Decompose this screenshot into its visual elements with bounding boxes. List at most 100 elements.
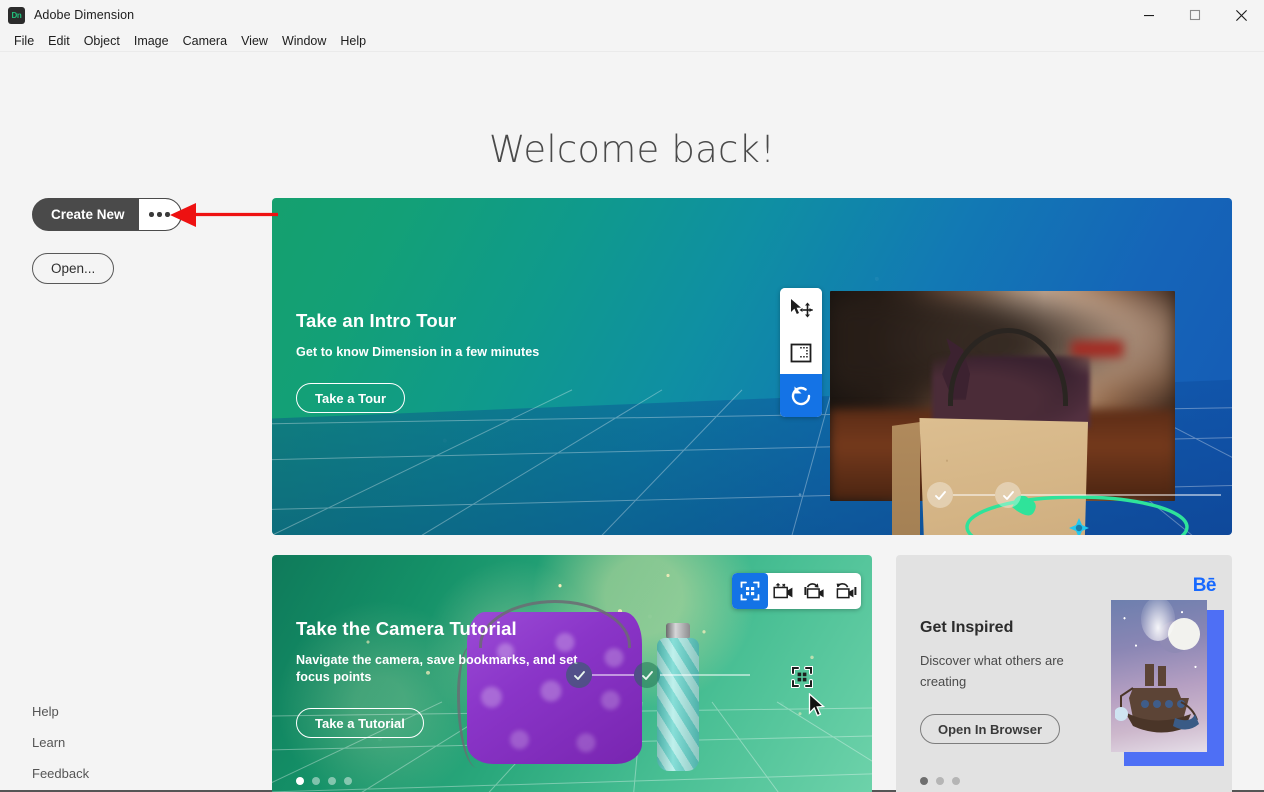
frame-selection-icon — [740, 581, 760, 601]
orbit-camera-left-icon — [803, 583, 824, 599]
bottle-body — [657, 638, 699, 771]
intro-tour-text: Take an Intro Tour Get to know Dimension… — [296, 310, 626, 413]
open-button-label: Open... — [51, 261, 96, 276]
orbit-camera-left-tool[interactable] — [799, 573, 830, 609]
artwork-airship — [1115, 664, 1199, 733]
adobe-dimension-logo-icon: Dn — [8, 6, 25, 24]
mouse-cursor-icon — [808, 693, 826, 717]
get-inspired-text: Get Inspired Discover what others are cr… — [920, 619, 1080, 744]
check-icon — [934, 490, 946, 500]
menu-edit[interactable]: Edit — [41, 32, 77, 50]
camera-card-pager — [296, 777, 352, 785]
pager-dot-1[interactable] — [296, 777, 304, 785]
menu-bar: File Edit Object Image Camera View Windo… — [0, 30, 1264, 52]
pager-dot-2[interactable] — [936, 777, 944, 785]
take-a-tutorial-label: Take a Tutorial — [315, 715, 405, 731]
pan-camera-icon — [772, 583, 792, 599]
menu-help[interactable]: Help — [333, 32, 373, 50]
check-icon — [573, 670, 585, 680]
progress-connector-tail — [1021, 494, 1221, 496]
open-in-browser-label: Open In Browser — [938, 721, 1043, 737]
focus-point-marker-icon[interactable] — [790, 665, 814, 689]
rotate-tool[interactable] — [780, 374, 822, 417]
menu-window[interactable]: Window — [275, 32, 333, 50]
maximize-button[interactable] — [1172, 0, 1218, 30]
intro-tour-subtitle: Get to know Dimension in a few minutes — [296, 345, 540, 359]
title-bar: Dn Adobe Dimension — [0, 0, 1264, 30]
intro-tour-title: Take an Intro Tour — [296, 310, 457, 331]
menu-object[interactable]: Object — [77, 32, 127, 50]
intro-tour-card[interactable]: Take an Intro Tour Get to know Dimension… — [272, 198, 1232, 535]
water-bottle-model — [657, 623, 699, 771]
link-feedback[interactable]: Feedback — [32, 766, 89, 781]
intro-tour-progress — [927, 482, 1221, 508]
pager-dot-3[interactable] — [952, 777, 960, 785]
close-button[interactable] — [1218, 0, 1264, 30]
create-new-group: Create New — [32, 198, 182, 231]
menu-image[interactable]: Image — [127, 32, 176, 50]
camera-tutorial-progress — [566, 662, 750, 688]
maximize-icon — [1189, 9, 1201, 21]
progress-step-1[interactable] — [927, 482, 953, 508]
minimize-button[interactable] — [1126, 0, 1172, 30]
get-inspired-card[interactable]: Bē Get Inspired Discover what others are… — [896, 555, 1232, 792]
select-move-tool[interactable] — [780, 288, 822, 331]
menu-camera[interactable]: Camera — [176, 32, 234, 50]
progress-step-1[interactable] — [566, 662, 592, 688]
create-new-more-button[interactable] — [138, 199, 181, 230]
artwork-thumbnail — [1111, 600, 1207, 752]
pager-dot-3[interactable] — [328, 777, 336, 785]
pager-dot-1[interactable] — [920, 777, 928, 785]
take-a-tour-label: Take a Tour — [315, 390, 387, 406]
take-a-tutorial-button[interactable]: Take a Tutorial — [296, 708, 424, 738]
open-in-browser-button[interactable]: Open In Browser — [920, 714, 1061, 744]
inspire-card-pager — [920, 777, 960, 785]
pager-dot-4[interactable] — [344, 777, 352, 785]
start-screen: Welcome back! Create New Open... Help Le… — [0, 52, 1264, 792]
app-window: Dn Adobe Dimension File Edit Object Imag… — [0, 0, 1264, 792]
pivot-point-icon — [1069, 518, 1089, 535]
pager-dot-2[interactable] — [312, 777, 320, 785]
camera-tutorial-title: Take the Camera Tutorial — [296, 618, 517, 639]
frame-selection-tool[interactable] — [732, 573, 768, 609]
select-move-icon — [791, 298, 813, 317]
link-help[interactable]: Help — [32, 704, 59, 719]
page-title: Welcome back! — [488, 128, 776, 171]
pan-camera-tool[interactable] — [768, 573, 799, 609]
progress-step-2[interactable] — [995, 482, 1021, 508]
check-icon — [1002, 490, 1014, 500]
menu-view[interactable]: View — [234, 32, 275, 50]
bag-handle — [948, 328, 1068, 406]
scale-tool[interactable] — [780, 331, 822, 374]
take-a-tour-button[interactable]: Take a Tour — [296, 383, 406, 413]
progress-connector — [592, 674, 634, 676]
camera-tutorial-text: Take the Camera Tutorial Navigate the ca… — [296, 618, 596, 738]
get-inspired-subtitle: Discover what others are creating — [920, 653, 1064, 689]
create-new-button[interactable]: Create New — [33, 199, 139, 230]
create-new-label: Create New — [51, 207, 125, 222]
close-icon — [1235, 9, 1247, 21]
camera-tutorial-card[interactable]: Take the Camera Tutorial Navigate the ca… — [272, 555, 872, 792]
camera-tutorial-subtitle: Navigate the camera, save bookmarks, and… — [296, 653, 578, 684]
behance-logo-icon: Bē — [1192, 575, 1217, 596]
camera-tool-palette — [732, 573, 861, 609]
ellipsis-icon — [149, 212, 170, 217]
link-learn[interactable]: Learn — [32, 735, 65, 750]
bag-side-panel — [892, 422, 920, 535]
left-action-rail: Create New Open... — [32, 198, 242, 284]
scale-icon — [790, 343, 812, 362]
open-button[interactable]: Open... — [32, 253, 115, 284]
check-icon — [641, 670, 653, 680]
window-controls — [1126, 0, 1264, 30]
progress-step-2[interactable] — [634, 662, 660, 688]
footer-links: Help Learn Feedback Survey — [32, 704, 89, 792]
menu-file[interactable]: File — [7, 32, 41, 50]
progress-connector — [953, 494, 995, 496]
minimize-icon — [1144, 15, 1154, 17]
orbit-camera-right-tool[interactable] — [830, 573, 861, 609]
window-title: Adobe Dimension — [34, 8, 135, 22]
bottle-cap — [666, 623, 690, 639]
progress-connector-tail — [660, 674, 750, 676]
app-logo-text: Dn — [11, 10, 22, 20]
rotate-icon — [791, 386, 811, 405]
